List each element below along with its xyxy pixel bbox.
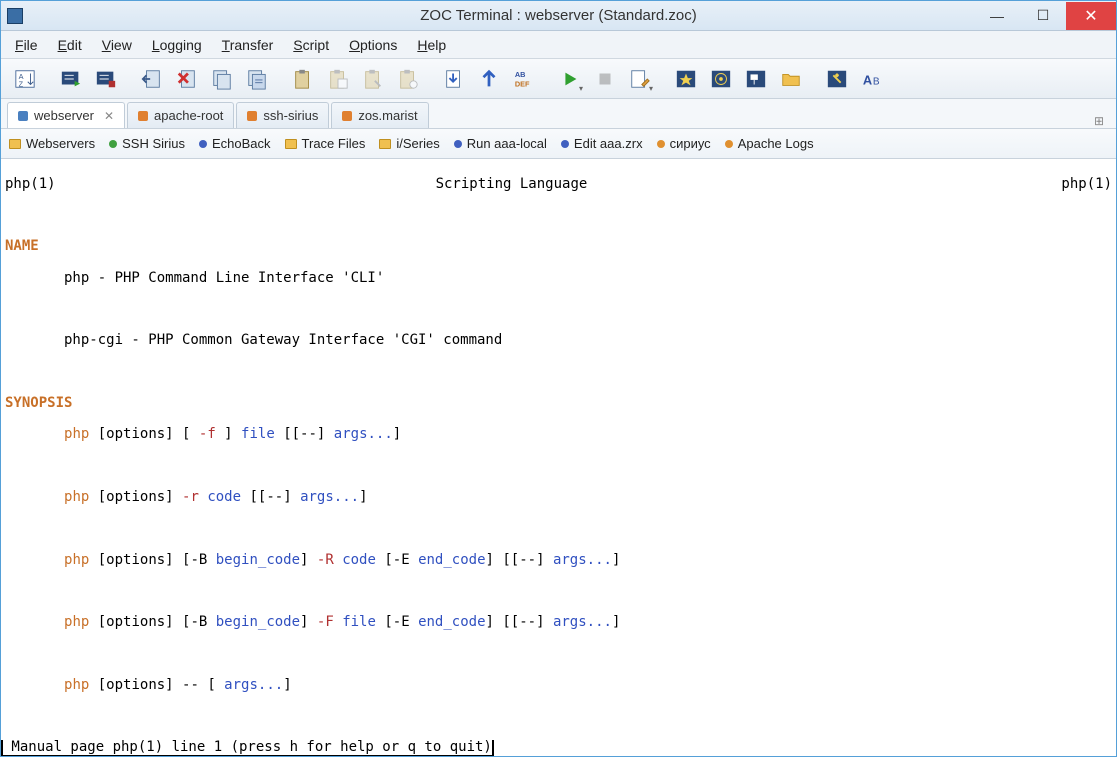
paste-clip-icon[interactable] — [357, 64, 389, 94]
man-header-right: php(1) — [1061, 177, 1112, 193]
dot-icon — [657, 140, 665, 148]
dot-icon — [561, 140, 569, 148]
man-header-center: Scripting Language — [436, 176, 588, 192]
title-bar: ZOC Terminal : webserver (Standard.zoc) … — [1, 1, 1116, 31]
download-icon[interactable] — [438, 64, 470, 94]
upload-icon[interactable] — [473, 64, 505, 94]
terminal-viewport[interactable]: php(1) Scripting Language php(1) NAME php … — [1, 159, 1116, 756]
paste-icon[interactable] — [287, 64, 319, 94]
tab-bar: webserver ✕ apache-root ssh-sirius zos.m… — [1, 99, 1116, 129]
svg-text:Z: Z — [19, 79, 24, 88]
close-button[interactable]: ✕ — [1066, 2, 1116, 30]
folder-icon — [9, 139, 21, 149]
tool-dark-icon[interactable] — [821, 64, 853, 94]
toolbar: AZ ABDEF ▾ ▾ AB — [1, 59, 1116, 99]
abc-def-icon[interactable]: ABDEF — [508, 64, 540, 94]
bookmark-sirius-ru[interactable]: сириус — [657, 136, 711, 151]
bookmark-run-aaa-local[interactable]: Run aaa-local — [454, 136, 547, 151]
dot-icon — [109, 140, 117, 148]
svg-text:B: B — [873, 76, 880, 87]
tab-label: ssh-sirius — [263, 108, 318, 123]
bookmark-bar: Webservers SSH Sirius EchoBack Trace Fil… — [1, 129, 1116, 159]
window-title: ZOC Terminal : webserver (Standard.zoc) — [1, 7, 1116, 24]
stop-script-icon[interactable] — [90, 64, 122, 94]
tab-label: webserver — [34, 108, 94, 123]
copy-all-icon[interactable] — [206, 64, 238, 94]
tab-label: apache-root — [154, 108, 223, 123]
pager-status-line: Manual page php(1) line 1 (press h for h… — [1, 740, 494, 756]
bookmark-iseries[interactable]: i/Series — [379, 136, 439, 151]
app-icon — [7, 8, 23, 24]
menu-script[interactable]: Script — [283, 33, 339, 57]
bookmark-webservers[interactable]: Webservers — [9, 136, 95, 151]
play-icon[interactable]: ▾ — [554, 64, 586, 94]
maximize-button[interactable]: ☐ — [1020, 2, 1066, 30]
bookmark-apache-logs[interactable]: Apache Logs — [725, 136, 814, 151]
synopsis-line: php [options] [ -f ] file [[--] args...] — [5, 427, 1112, 443]
copy-sel-icon[interactable] — [241, 64, 273, 94]
menu-logging[interactable]: Logging — [142, 33, 212, 57]
synopsis-line: php [options] [-B begin_code] -R code [-… — [5, 553, 1112, 569]
synopsis-line: php [options] -- [ args...] — [5, 678, 1112, 694]
svg-text:AB: AB — [515, 70, 526, 79]
target-icon[interactable] — [705, 64, 737, 94]
close-icon[interactable]: ✕ — [104, 109, 114, 123]
folder-open-icon[interactable] — [775, 64, 807, 94]
menu-view[interactable]: View — [92, 33, 142, 57]
svg-text:A: A — [863, 72, 872, 87]
tab-ssh-sirius[interactable]: ssh-sirius — [236, 102, 329, 128]
tab-status-icon — [138, 111, 148, 121]
minimize-button[interactable]: — — [974, 2, 1020, 30]
star-dark-icon[interactable] — [670, 64, 702, 94]
section-name: NAME — [5, 239, 1112, 255]
menu-bar: File Edit View Logging Transfer Script O… — [1, 31, 1116, 59]
svg-text:DEF: DEF — [515, 79, 530, 88]
menu-help[interactable]: Help — [407, 33, 456, 57]
clear-x-icon[interactable] — [171, 64, 203, 94]
man-header-left: php(1) — [5, 176, 56, 192]
tab-status-icon — [18, 111, 28, 121]
tab-label: zos.marist — [358, 108, 417, 123]
folder-icon — [285, 139, 297, 149]
synopsis-line: php [options] -r code [[--] args...] — [5, 490, 1112, 506]
menu-transfer[interactable]: Transfer — [212, 33, 284, 57]
copy-left-icon[interactable] — [136, 64, 168, 94]
edit-pencil-icon[interactable]: ▾ — [624, 64, 656, 94]
dot-icon — [199, 140, 207, 148]
bookmark-trace-files[interactable]: Trace Files — [285, 136, 366, 151]
tab-status-icon — [342, 111, 352, 121]
bookmark-echoback[interactable]: EchoBack — [199, 136, 271, 151]
tab-webserver[interactable]: webserver ✕ — [7, 102, 125, 128]
menu-options[interactable]: Options — [339, 33, 407, 57]
dot-icon — [454, 140, 462, 148]
menu-edit[interactable]: Edit — [48, 33, 92, 57]
font-ab-icon[interactable]: AB — [856, 64, 888, 94]
tab-zos-marist[interactable]: zos.marist — [331, 102, 428, 128]
tab-grid-icon[interactable]: ⊞ — [1088, 114, 1110, 128]
run-script-icon[interactable] — [55, 64, 87, 94]
man-text: php-cgi - PHP Common Gateway Interface '… — [5, 333, 1112, 349]
tab-status-icon — [247, 111, 257, 121]
paste-special-icon[interactable] — [392, 64, 424, 94]
stop-icon[interactable] — [589, 64, 621, 94]
bookmark-edit-aaa-zrx[interactable]: Edit aaa.zrx — [561, 136, 643, 151]
bookmark-ssh-sirius[interactable]: SSH Sirius — [109, 136, 185, 151]
folder-icon — [379, 139, 391, 149]
connect-box-icon[interactable] — [740, 64, 772, 94]
dot-icon — [725, 140, 733, 148]
man-text: php - PHP Command Line Interface 'CLI' — [5, 271, 1112, 287]
menu-file[interactable]: File — [5, 33, 48, 57]
synopsis-line: php [options] [-B begin_code] -F file [-… — [5, 615, 1112, 631]
tab-apache-root[interactable]: apache-root — [127, 102, 234, 128]
paste-copy-icon[interactable] — [322, 64, 354, 94]
sort-az-icon[interactable]: AZ — [9, 64, 41, 94]
section-synopsis: SYNOPSIS — [5, 396, 1112, 412]
